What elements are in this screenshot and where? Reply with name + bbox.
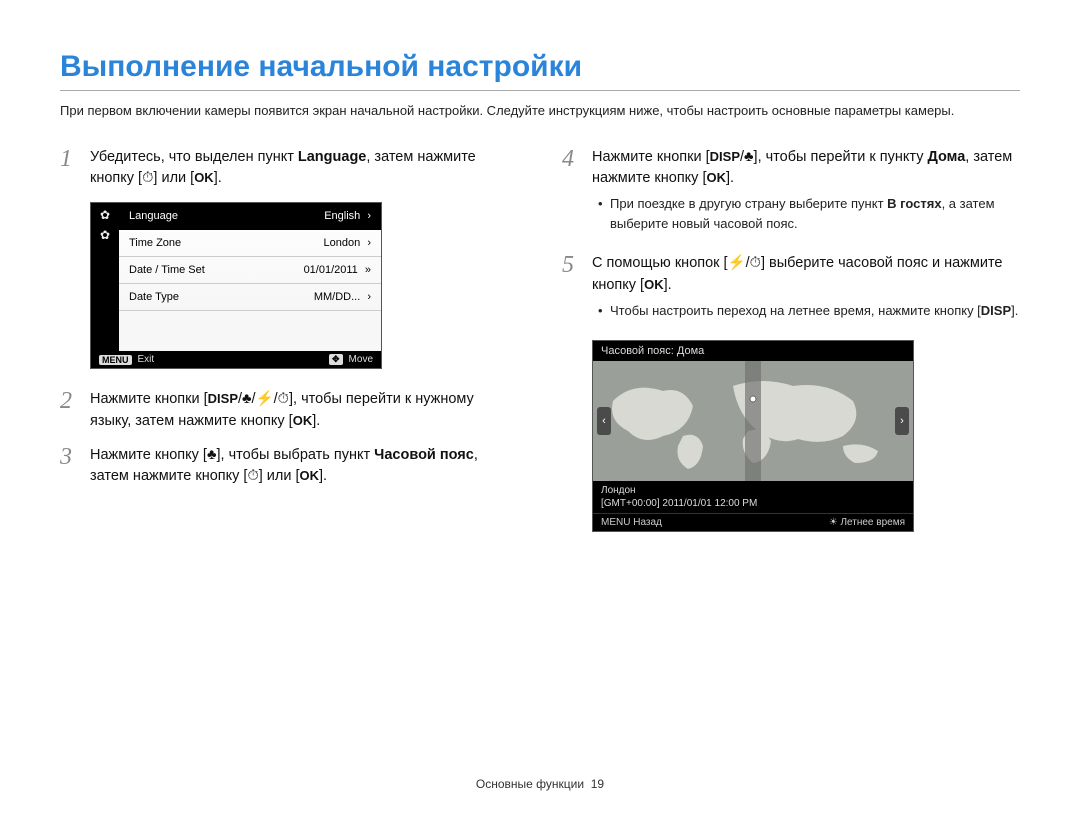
step-5: 5 С помощью кнопок [⚡/⏱] выберите часово… bbox=[562, 253, 1020, 328]
menu-label: Date / Time Set bbox=[129, 264, 205, 276]
ok-icon: OK bbox=[293, 413, 313, 428]
chevron-right-icon: › bbox=[364, 291, 371, 303]
step-text: Нажмите кнопки [DISP/♣], чтобы перейти к… bbox=[592, 147, 1020, 242]
step-number: 4 bbox=[562, 147, 580, 171]
timer-icon: ⏱ bbox=[278, 391, 289, 407]
content-columns: 1 Убедитесь, что выделен пункт Language,… bbox=[60, 147, 1020, 533]
ok-icon: OK bbox=[300, 468, 320, 483]
ok-icon: OK bbox=[644, 277, 664, 292]
screen-sidebar: ✿ ✿ bbox=[91, 203, 119, 351]
right-column: 4 Нажмите кнопки [DISP/♣], чтобы перейти… bbox=[562, 147, 1020, 533]
disp-icon: DISP bbox=[981, 303, 1011, 318]
disp-icon: DISP bbox=[208, 391, 238, 406]
tz-footer: MENU Назад ☀ Летнее время bbox=[593, 513, 913, 531]
menu-rows: Language English › Time Zone London › Da… bbox=[119, 203, 381, 351]
tz-next-arrow[interactable]: › bbox=[895, 407, 909, 435]
step-number: 2 bbox=[60, 389, 78, 413]
macro-icon: ♣ bbox=[242, 391, 252, 407]
manual-page: Выполнение начальной настройки При перво… bbox=[0, 0, 1080, 815]
timer-icon: ⏱ bbox=[142, 170, 153, 186]
step-4: 4 Нажмите кнопки [DISP/♣], чтобы перейти… bbox=[562, 147, 1020, 242]
step-number: 1 bbox=[60, 147, 78, 171]
step-3: 3 Нажмите кнопку [♣], чтобы выбрать пунк… bbox=[60, 445, 518, 489]
left-column: 1 Убедитесь, что выделен пункт Language,… bbox=[60, 147, 518, 533]
camera-screen-language: ✿ ✿ Language English › Time Zone London … bbox=[90, 202, 382, 369]
page-title: Выполнение начальной настройки bbox=[60, 50, 1020, 84]
menu-icon: MENU bbox=[601, 517, 630, 528]
timer-icon: ⏱ bbox=[247, 468, 258, 484]
flash-icon: ⚡ bbox=[728, 255, 746, 271]
step-text: Нажмите кнопку [♣], чтобы выбрать пункт … bbox=[90, 445, 518, 489]
camera-screen-timezone: Часовой пояс: Дома ‹ bbox=[592, 340, 914, 532]
divider bbox=[60, 90, 1020, 91]
timer-icon: ⏱ bbox=[750, 255, 761, 271]
step-1: 1 Убедитесь, что выделен пункт Language,… bbox=[60, 147, 518, 191]
menu-label: Time Zone bbox=[129, 237, 181, 249]
map-svg bbox=[593, 361, 913, 481]
nav-icon: ✥ bbox=[329, 354, 343, 365]
chevron-right-icon: › bbox=[364, 210, 371, 222]
menu-row-datetime[interactable]: Date / Time Set 01/01/2011 » bbox=[119, 257, 381, 284]
chevron-right-icon: » bbox=[362, 264, 371, 276]
macro-icon: ♣ bbox=[744, 149, 754, 165]
tz-gmt: [GMT+00:00] 2011/01/01 12:00 PM bbox=[601, 497, 905, 510]
menu-label: Language bbox=[129, 210, 178, 222]
menu-row-datetype[interactable]: Date Type MM/DD... › bbox=[119, 284, 381, 311]
tz-title: Часовой пояс: Дома bbox=[593, 341, 913, 361]
ok-icon: OK bbox=[707, 170, 727, 185]
menu-label: Date Type bbox=[129, 291, 179, 303]
tz-info: Лондон [GMT+00:00] 2011/01/01 12:00 PM bbox=[593, 481, 913, 513]
page-footer: Основные функции 19 bbox=[0, 777, 1080, 791]
ok-icon: OK bbox=[194, 170, 214, 185]
disp-icon: DISP bbox=[710, 149, 740, 164]
menu-row-timezone[interactable]: Time Zone London › bbox=[119, 230, 381, 257]
menu-row-language[interactable]: Language English › bbox=[119, 203, 381, 230]
step-number: 3 bbox=[60, 445, 78, 469]
step-text: С помощью кнопок [⚡/⏱] выберите часовой … bbox=[592, 253, 1020, 328]
step-5-note: Чтобы настроить переход на летнее время,… bbox=[592, 301, 1020, 321]
tz-prev-arrow[interactable]: ‹ bbox=[597, 407, 611, 435]
step-text: Нажмите кнопки [DISP/♣/⚡/⏱], чтобы перей… bbox=[90, 389, 518, 433]
step-2: 2 Нажмите кнопки [DISP/♣/⚡/⏱], чтобы пер… bbox=[60, 389, 518, 433]
gear2-icon: ✿ bbox=[97, 227, 113, 243]
screen-footer: MENUExit ✥Move bbox=[91, 351, 381, 368]
dst-icon: ☀ bbox=[829, 517, 838, 528]
tz-city: Лондон bbox=[601, 484, 905, 497]
chevron-right-icon: › bbox=[364, 237, 371, 249]
step-number: 5 bbox=[562, 253, 580, 277]
intro-text: При первом включении камеры появится экр… bbox=[60, 101, 1020, 121]
step-4-note: При поездке в другую страну выберите пун… bbox=[592, 194, 1020, 233]
step-text: Убедитесь, что выделен пункт Language, з… bbox=[90, 147, 518, 191]
gear-icon: ✿ bbox=[97, 207, 113, 223]
menu-icon: MENU bbox=[99, 355, 132, 365]
world-map: ‹ › bbox=[593, 361, 913, 481]
flash-icon: ⚡ bbox=[256, 391, 274, 407]
